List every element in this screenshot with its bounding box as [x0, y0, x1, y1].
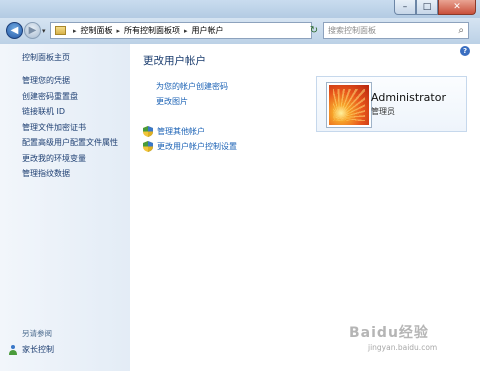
breadcrumb-user-accounts[interactable]: 用户帐户 [192, 25, 224, 36]
search-input[interactable]: 搜索控制面板 ⌕ [323, 22, 469, 39]
uac-shield-icon [143, 126, 153, 137]
user-role: 管理员 [371, 107, 395, 116]
window-controls: – □ ✕ [394, 0, 476, 16]
maximize-button[interactable]: □ [416, 0, 438, 15]
recent-pages-dropdown-icon[interactable]: ▾ [42, 27, 46, 35]
parental-controls-icon [9, 345, 17, 355]
sidebar-item-environment-variables[interactable]: 更改我的环境变量 [22, 151, 118, 167]
forward-button[interactable]: ▶ [24, 22, 41, 39]
back-button[interactable]: ◀ [6, 22, 23, 39]
navigation-toolbar: ◀ ▶ ▾ ▸ 控制面板 ▸ 所有控制面板项 ▸ 用户帐户 ↻ 搜索控制面板 ⌕ [0, 18, 480, 44]
sidebar-item-manage-credentials[interactable]: 管理您的凭据 [22, 73, 118, 89]
minimize-button[interactable]: – [394, 0, 416, 15]
help-icon[interactable]: ? [460, 46, 470, 56]
user-account-card: Administrator 管理员 [316, 76, 467, 132]
address-bar[interactable]: ▸ 控制面板 ▸ 所有控制面板项 ▸ 用户帐户 [50, 22, 312, 39]
user-avatar [327, 83, 371, 127]
uac-settings-label: 更改用户帐户控制设置 [157, 142, 237, 151]
breadcrumb-control-panel[interactable]: 控制面板 [81, 25, 113, 36]
change-picture-link[interactable]: 更改图片 [156, 96, 188, 107]
main-content: ? 更改用户帐户 为您的帐户创建密码 更改图片 管理其他帐户 更改用户帐户控制设… [130, 44, 480, 371]
sidebar-item-fingerprint-data[interactable]: 管理指纹数据 [22, 166, 118, 182]
explorer-window: – □ ✕ ◀ ▶ ▾ ▸ 控制面板 ▸ 所有控制面板项 ▸ 用户帐户 ↻ 搜索… [0, 0, 480, 371]
sidebar-item-password-reset-disk[interactable]: 创建密码重置盘 [22, 89, 118, 105]
breadcrumb-all-items[interactable]: 所有控制面板项 [124, 25, 180, 36]
sidebar-item-file-encryption-certs[interactable]: 管理文件加密证书 [22, 120, 118, 136]
uac-shield-icon [143, 141, 153, 152]
uac-settings-link[interactable]: 更改用户帐户控制设置 [143, 141, 237, 152]
control-panel-icon [55, 26, 66, 35]
user-name: Administrator [371, 91, 446, 104]
sidebar-item-advanced-profile-properties[interactable]: 配置高级用户配置文件属性 [22, 135, 118, 151]
create-password-link[interactable]: 为您的帐户创建密码 [156, 81, 228, 92]
breadcrumb-separator[interactable]: ▸ [184, 27, 188, 35]
page-title: 更改用户帐户 [143, 55, 206, 67]
title-bar: – □ ✕ [0, 0, 480, 18]
manage-other-accounts-link[interactable]: 管理其他帐户 [143, 126, 205, 137]
sidebar-item-link-online-id[interactable]: 链接联机 ID [22, 104, 118, 120]
close-button[interactable]: ✕ [438, 0, 476, 15]
see-also-heading: 另请参阅 [22, 329, 52, 338]
task-sidebar: 控制面板主页 管理您的凭据 创建密码重置盘 链接联机 ID 管理文件加密证书 配… [0, 44, 130, 371]
parental-controls-label: 家长控制 [22, 345, 54, 354]
breadcrumb-separator[interactable]: ▸ [117, 27, 121, 35]
baidu-watermark: Baidu经验 [349, 325, 429, 341]
control-panel-home-link[interactable]: 控制面板主页 [22, 52, 70, 63]
manage-other-accounts-label: 管理其他帐户 [157, 127, 205, 136]
breadcrumb-separator[interactable]: ▸ [73, 27, 77, 35]
baidu-watermark-url: jingyan.baidu.com [368, 343, 438, 352]
sidebar-task-list: 管理您的凭据 创建密码重置盘 链接联机 ID 管理文件加密证书 配置高级用户配置… [22, 73, 118, 182]
search-icon[interactable]: ⌕ [458, 25, 464, 36]
refresh-icon[interactable]: ↻ [306, 22, 322, 39]
search-placeholder: 搜索控制面板 [328, 26, 376, 35]
parental-controls-link[interactable]: 家长控制 [8, 344, 54, 355]
